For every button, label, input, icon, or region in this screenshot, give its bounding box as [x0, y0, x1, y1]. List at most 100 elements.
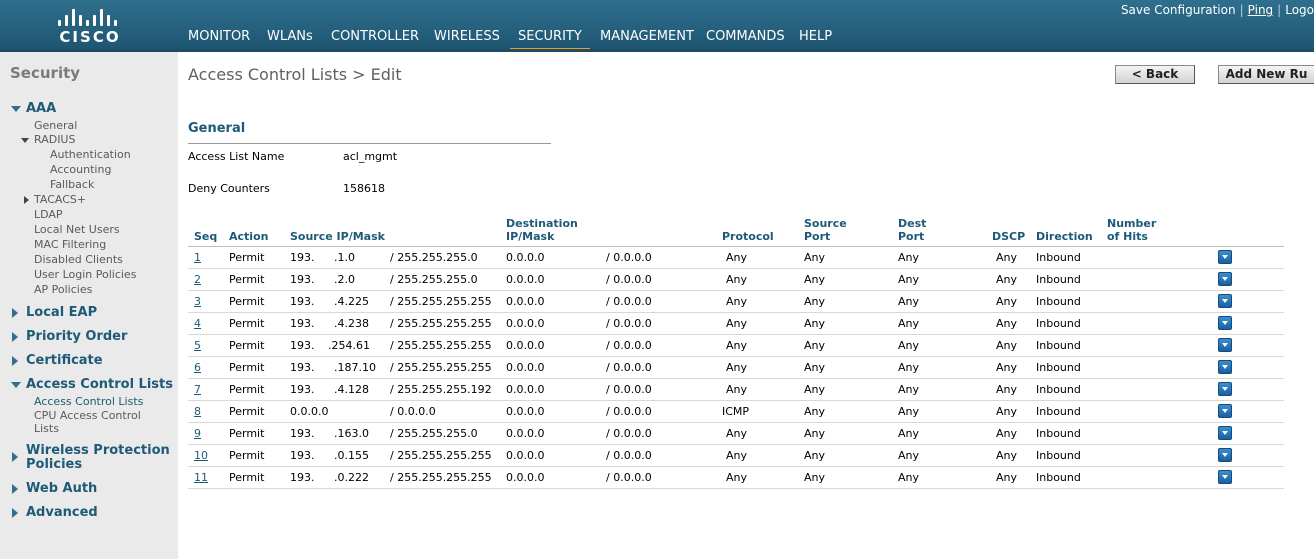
sidebar-item-aaa[interactable]: AAA	[26, 101, 56, 116]
table-row: 7 Permit 193. .4.128 / 255.255.255.192 0…	[188, 379, 1284, 401]
rule-dest-port: Any	[898, 317, 920, 330]
rule-dest-mask: / 0.0.0.0	[606, 427, 652, 440]
row-dropdown-icon[interactable]	[1218, 382, 1232, 396]
expand-tacacs-icon[interactable]	[24, 196, 29, 204]
rule-seq-link[interactable]: 2	[194, 273, 201, 286]
back-button[interactable]: < Back	[1115, 65, 1195, 84]
sidebar-item-ap-policies[interactable]: AP Policies	[34, 283, 92, 296]
sidebar-item-accounting[interactable]: Accounting	[50, 163, 111, 176]
expand-advanced-icon[interactable]	[12, 508, 18, 518]
sidebar-item-fallback[interactable]: Fallback	[50, 178, 94, 191]
sidebar-item-advanced[interactable]: Advanced	[26, 505, 98, 520]
nav-management[interactable]: MANAGEMENT	[592, 29, 702, 51]
rule-direction: Inbound	[1036, 251, 1081, 264]
nav-wireless[interactable]: WIRELESS	[426, 29, 508, 51]
rule-dest-ip: 0.0.0.0	[506, 427, 545, 440]
nav-monitor[interactable]: MONITOR	[180, 29, 258, 51]
nav-commands[interactable]: COMMANDS	[698, 29, 793, 51]
rule-source-ip: 193.	[290, 471, 315, 484]
rule-seq-link[interactable]: 1	[194, 251, 201, 264]
row-dropdown-icon[interactable]	[1218, 272, 1232, 286]
table-row: 4 Permit 193. .4.238 / 255.255.255.255 0…	[188, 313, 1284, 335]
col-source: Source IP/Mask	[290, 230, 385, 243]
rule-source-ip-tail: .4.225	[334, 295, 369, 308]
top-header: CISCO MONITOR WLANs CONTROLLER WIRELESS …	[0, 0, 1314, 52]
rule-dest-ip: 0.0.0.0	[506, 295, 545, 308]
add-new-rule-button[interactable]: Add New Ru	[1218, 65, 1314, 84]
nav-security[interactable]: SECURITY	[510, 29, 590, 51]
table-row: 6 Permit 193. .187.10 / 255.255.255.255 …	[188, 357, 1284, 379]
sidebar-item-user-login-policies[interactable]: User Login Policies	[34, 268, 136, 281]
nav-controller[interactable]: CONTROLLER	[323, 29, 427, 51]
rule-dest-ip: 0.0.0.0	[506, 273, 545, 286]
sidebar-item-certificate[interactable]: Certificate	[26, 353, 103, 368]
rule-dest-port: Any	[898, 471, 920, 484]
rule-protocol: Any	[726, 317, 748, 330]
rule-source-mask: / 255.255.255.255	[390, 471, 492, 484]
expand-acl-icon[interactable]	[11, 382, 21, 388]
rule-dest-mask: / 0.0.0.0	[606, 339, 652, 352]
sidebar-item-cpu-acl-line2[interactable]: Lists	[34, 422, 59, 435]
nav-wlans[interactable]: WLANs	[259, 29, 321, 51]
row-dropdown-icon[interactable]	[1218, 470, 1232, 484]
expand-certificate-icon[interactable]	[12, 356, 18, 366]
row-dropdown-icon[interactable]	[1218, 426, 1232, 440]
rule-seq-link[interactable]: 6	[194, 361, 201, 374]
row-dropdown-icon[interactable]	[1218, 448, 1232, 462]
rule-source-mask: / 255.255.255.192	[390, 383, 492, 396]
sidebar-item-acl-sub[interactable]: Access Control Lists	[34, 395, 143, 408]
sidebar-item-priority-order[interactable]: Priority Order	[26, 329, 127, 344]
rule-seq-link[interactable]: 5	[194, 339, 201, 352]
nav-help[interactable]: HELP	[791, 29, 840, 51]
rule-source-mask: / 255.255.255.255	[390, 339, 492, 352]
expand-radius-icon[interactable]	[21, 138, 29, 143]
save-configuration-link[interactable]: Save Configuration	[1121, 3, 1236, 17]
sidebar-item-local-eap[interactable]: Local EAP	[26, 305, 97, 320]
sidebar-item-ldap[interactable]: LDAP	[34, 208, 63, 221]
sidebar-item-wireless-protection-line2[interactable]: Policies	[26, 457, 82, 472]
rule-dest-mask: / 0.0.0.0	[606, 273, 652, 286]
sidebar-item-authentication[interactable]: Authentication	[50, 148, 131, 161]
sidebar-item-tacacs[interactable]: TACACS+	[34, 193, 86, 206]
rule-source-port: Any	[804, 273, 826, 286]
row-dropdown-icon[interactable]	[1218, 404, 1232, 418]
rule-seq-link[interactable]: 8	[194, 405, 201, 418]
sidebar-item-web-auth[interactable]: Web Auth	[26, 481, 97, 496]
acl-name-label: Access List Name	[188, 150, 285, 163]
rule-dest-mask: / 0.0.0.0	[606, 317, 652, 330]
row-dropdown-icon[interactable]	[1218, 250, 1232, 264]
sidebar-item-local-net-users[interactable]: Local Net Users	[34, 223, 120, 236]
col-hits-line2: of Hits	[1107, 230, 1148, 243]
rule-source-mask: / 0.0.0.0	[390, 405, 436, 418]
expand-local-eap-icon[interactable]	[12, 308, 18, 318]
ping-link[interactable]: Ping	[1248, 3, 1274, 17]
rule-seq-link[interactable]: 10	[194, 449, 208, 462]
row-dropdown-icon[interactable]	[1218, 360, 1232, 374]
sidebar-item-wireless-protection[interactable]: Wireless Protection	[26, 443, 170, 458]
sidebar-item-cpu-acl[interactable]: CPU Access Control	[34, 409, 141, 422]
expand-priority-order-icon[interactable]	[12, 332, 18, 342]
expand-aaa-icon[interactable]	[11, 106, 21, 112]
sidebar-item-general[interactable]: General	[34, 119, 77, 132]
rule-protocol: Any	[726, 471, 748, 484]
rule-seq-link[interactable]: 3	[194, 295, 201, 308]
rules-table-header: Seq Action Source IP/Mask Destination IP…	[188, 213, 1284, 247]
link-separator: |	[1239, 3, 1244, 17]
rule-seq-link[interactable]: 11	[194, 471, 208, 484]
rule-source-port: Any	[804, 471, 826, 484]
expand-web-auth-icon[interactable]	[12, 484, 18, 494]
expand-wireless-protection-icon[interactable]	[12, 452, 18, 462]
cisco-logo: CISCO	[50, 6, 130, 46]
row-dropdown-icon[interactable]	[1218, 338, 1232, 352]
rule-seq-link[interactable]: 7	[194, 383, 201, 396]
sidebar-item-access-control-lists[interactable]: Access Control Lists	[26, 377, 173, 392]
rule-seq-link[interactable]: 4	[194, 317, 201, 330]
row-dropdown-icon[interactable]	[1218, 294, 1232, 308]
sidebar-item-disabled-clients[interactable]: Disabled Clients	[34, 253, 123, 266]
logout-link[interactable]: Logo	[1285, 3, 1314, 17]
rule-seq-link[interactable]: 9	[194, 427, 201, 440]
col-source-port-line2: Port	[804, 230, 831, 243]
sidebar-item-radius[interactable]: RADIUS	[34, 133, 75, 146]
sidebar-item-mac-filtering[interactable]: MAC Filtering	[34, 238, 106, 251]
row-dropdown-icon[interactable]	[1218, 316, 1232, 330]
